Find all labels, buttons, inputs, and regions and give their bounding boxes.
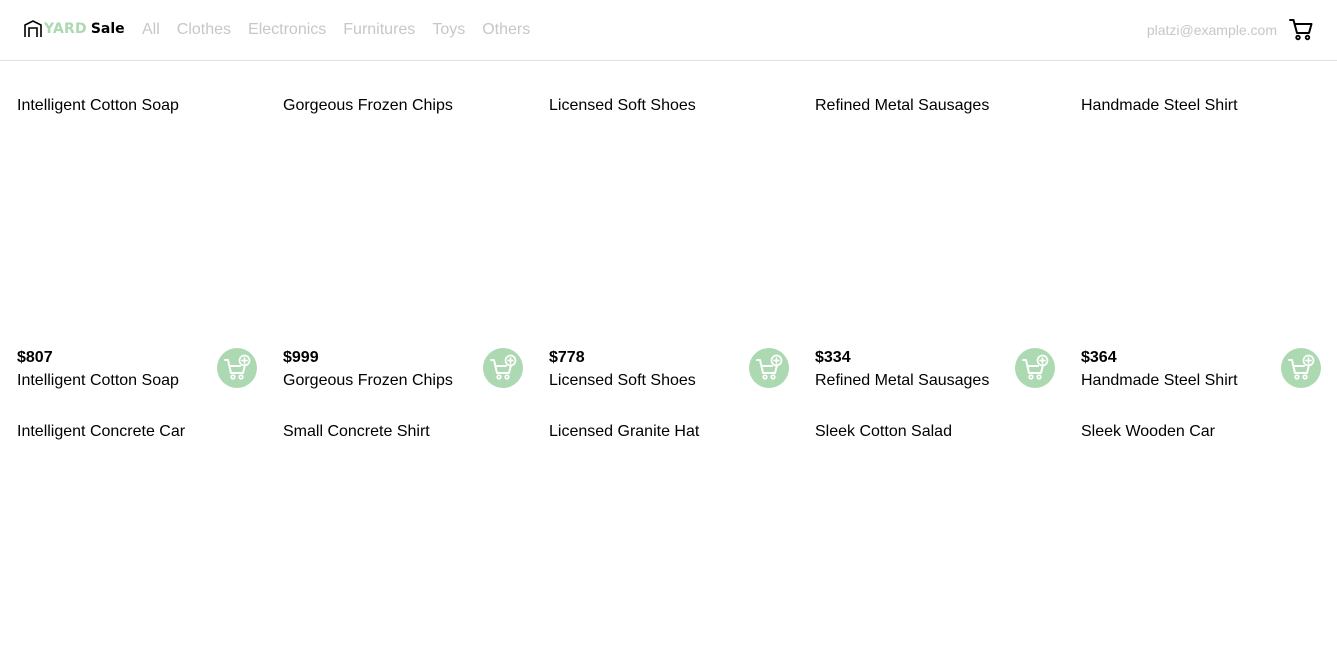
add-to-cart-icon	[224, 354, 251, 380]
product-image[interactable]: Sleek Cotton Salad	[815, 422, 1055, 646]
nav-link-all[interactable]: All	[142, 20, 160, 40]
product-card: Sleek Cotton Salad	[815, 422, 1055, 646]
nav-link-others[interactable]: Others	[482, 20, 530, 40]
product-image[interactable]: Gorgeous Frozen Chips	[283, 96, 523, 336]
product-image[interactable]: Handmade Steel Shirt	[1081, 96, 1321, 336]
product-image[interactable]: Intelligent Cotton Soap	[17, 96, 257, 336]
product-card: Small Concrete Shirt	[283, 422, 523, 646]
product-image[interactable]: Sleek Wooden Car	[1081, 422, 1321, 646]
product-image[interactable]: Licensed Soft Shoes	[549, 96, 789, 336]
product-card: Refined Metal Sausages $334 Refined Meta…	[815, 96, 1055, 400]
product-info: $364 Handmade Steel Shirt	[1081, 336, 1321, 400]
storefront-icon	[24, 20, 42, 37]
product-image-alt: Licensed Granite Hat	[549, 423, 700, 440]
user-email[interactable]: platzi@example.com	[1147, 22, 1277, 38]
logo[interactable]: YARD Sale	[24, 19, 125, 39]
product-image[interactable]: Refined Metal Sausages	[815, 96, 1055, 336]
nav-link-electronics[interactable]: Electronics	[248, 20, 326, 40]
product-card: Licensed Granite Hat	[549, 422, 789, 646]
add-to-cart-icon	[490, 354, 517, 380]
add-to-cart-button[interactable]	[483, 348, 523, 388]
product-image-alt: Handmade Steel Shirt	[1081, 97, 1238, 114]
product-card: Intelligent Cotton Soap $807 Intelligent…	[17, 96, 257, 400]
add-to-cart-button[interactable]	[749, 348, 789, 388]
shopping-cart-button[interactable]	[1288, 16, 1314, 42]
product-image-alt: Refined Metal Sausages	[815, 97, 990, 114]
product-card: Handmade Steel Shirt $364 Handmade Steel…	[1081, 96, 1321, 400]
add-to-cart-icon	[756, 354, 783, 380]
product-info: $807 Intelligent Cotton Soap	[17, 336, 257, 400]
add-to-cart-button[interactable]	[1015, 348, 1055, 388]
product-grid: Intelligent Cotton Soap $807 Intelligent…	[17, 96, 1321, 646]
product-image-alt: Sleek Wooden Car	[1081, 423, 1215, 440]
product-image-alt: Intelligent Concrete Car	[17, 423, 186, 440]
shopping-cart-icon	[1289, 19, 1313, 41]
product-card: Gorgeous Frozen Chips $999 Gorgeous Froz…	[283, 96, 523, 400]
product-info: $999 Gorgeous Frozen Chips	[283, 336, 523, 400]
product-image-alt: Sleek Cotton Salad	[815, 423, 952, 440]
category-nav: All Clothes Electronics Furnitures Toys …	[142, 20, 547, 40]
nav-link-clothes[interactable]: Clothes	[177, 20, 231, 40]
product-image-alt: Licensed Soft Shoes	[549, 97, 696, 114]
navbar: YARD Sale All Clothes Electronics Furnit…	[0, 0, 1337, 61]
nav-link-toys[interactable]: Toys	[432, 20, 465, 40]
logo-text-sale: Sale	[90, 21, 125, 37]
product-info: $778 Licensed Soft Shoes	[549, 336, 789, 400]
logo-text-yard: YARD	[44, 21, 87, 37]
product-image[interactable]: Licensed Granite Hat	[549, 422, 789, 646]
nav-link-furnitures[interactable]: Furnitures	[343, 20, 415, 40]
product-image[interactable]: Small Concrete Shirt	[283, 422, 523, 646]
add-to-cart-button[interactable]	[217, 348, 257, 388]
product-image-alt: Gorgeous Frozen Chips	[283, 97, 453, 114]
product-image-alt: Small Concrete Shirt	[283, 423, 430, 440]
add-to-cart-icon	[1022, 354, 1049, 380]
product-card: Licensed Soft Shoes $778 Licensed Soft S…	[549, 96, 789, 400]
product-card: Intelligent Concrete Car	[17, 422, 257, 646]
add-to-cart-icon	[1288, 354, 1315, 380]
product-image-alt: Intelligent Cotton Soap	[17, 97, 179, 114]
add-to-cart-button[interactable]	[1281, 348, 1321, 388]
product-image[interactable]: Intelligent Concrete Car	[17, 422, 257, 646]
product-card: Sleek Wooden Car	[1081, 422, 1321, 646]
product-info: $334 Refined Metal Sausages	[815, 336, 1055, 400]
